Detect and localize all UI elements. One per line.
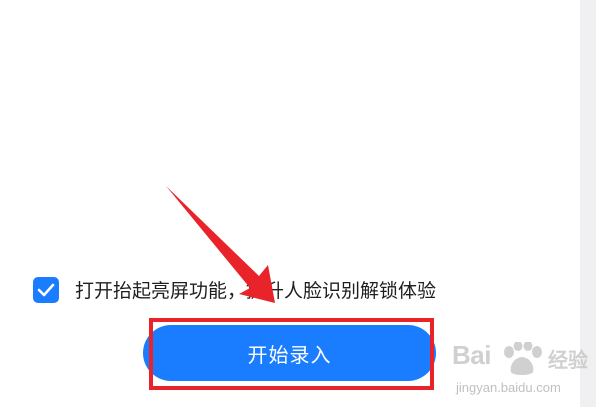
raise-to-wake-label: 打开抬起亮屏功能，提升人脸识别解锁体验 xyxy=(75,280,437,302)
raise-to-wake-checkbox[interactable] xyxy=(33,277,59,303)
start-enrollment-button[interactable]: 开始录入 xyxy=(143,325,436,381)
checkmark-icon xyxy=(37,283,55,297)
scroll-gutter xyxy=(580,0,596,407)
start-enrollment-button-label: 开始录入 xyxy=(247,342,332,367)
